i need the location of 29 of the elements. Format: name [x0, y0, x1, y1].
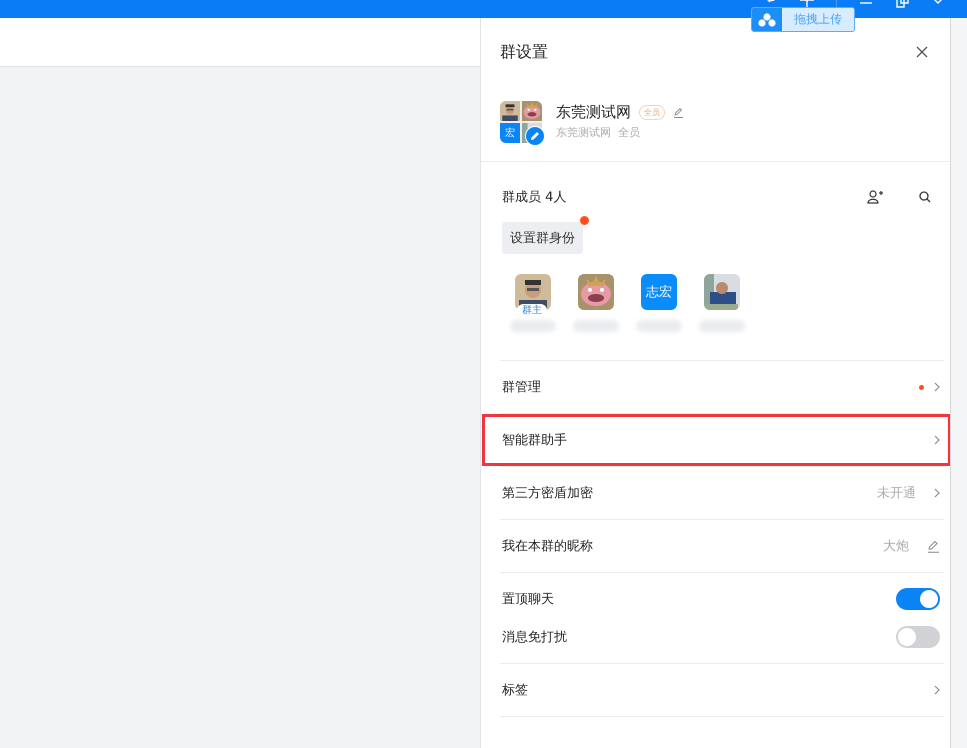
owner-tag: 群主	[517, 304, 547, 317]
add-person-icon[interactable]	[867, 190, 883, 204]
restore-icon[interactable]	[895, 0, 909, 8]
role-button[interactable]: 设置群身份	[502, 222, 583, 254]
member-badge: 全员	[639, 105, 665, 120]
toggle-switch[interactable]	[896, 626, 940, 648]
row-label[interactable]: 我在本群的昵称	[502, 537, 593, 555]
pencil-icon[interactable]	[927, 540, 940, 552]
pencil-icon[interactable]	[673, 107, 684, 118]
chevron-right-icon[interactable]	[934, 685, 940, 695]
chevron-right-icon[interactable]	[934, 435, 940, 445]
chevron-right-icon[interactable]	[934, 382, 940, 392]
row-label[interactable]: 第三方密盾加密	[502, 484, 593, 502]
chevron-right-icon[interactable]	[934, 488, 940, 498]
row-label[interactable]: 群管理	[502, 378, 541, 396]
row-value: 大炮	[883, 538, 909, 555]
panel-title: 群设置	[500, 42, 548, 62]
group-subtitle: 东莞测试网 全员	[556, 125, 641, 140]
plus-icon[interactable]	[800, 0, 814, 8]
edit-avatar-icon[interactable]	[525, 126, 545, 146]
row-label[interactable]: 智能群助手	[502, 431, 567, 449]
row-label[interactable]: 标签	[502, 681, 528, 699]
search-icon[interactable]	[919, 191, 931, 203]
row-label[interactable]: 置顶聊天	[502, 590, 554, 608]
member-count: 群成员 4人	[502, 189, 568, 206]
row-label[interactable]: 消息免打扰	[502, 628, 567, 646]
group-name: 东莞测试网	[556, 103, 631, 122]
toggle-switch[interactable]	[896, 588, 940, 610]
row-value: 未开通	[877, 485, 916, 502]
